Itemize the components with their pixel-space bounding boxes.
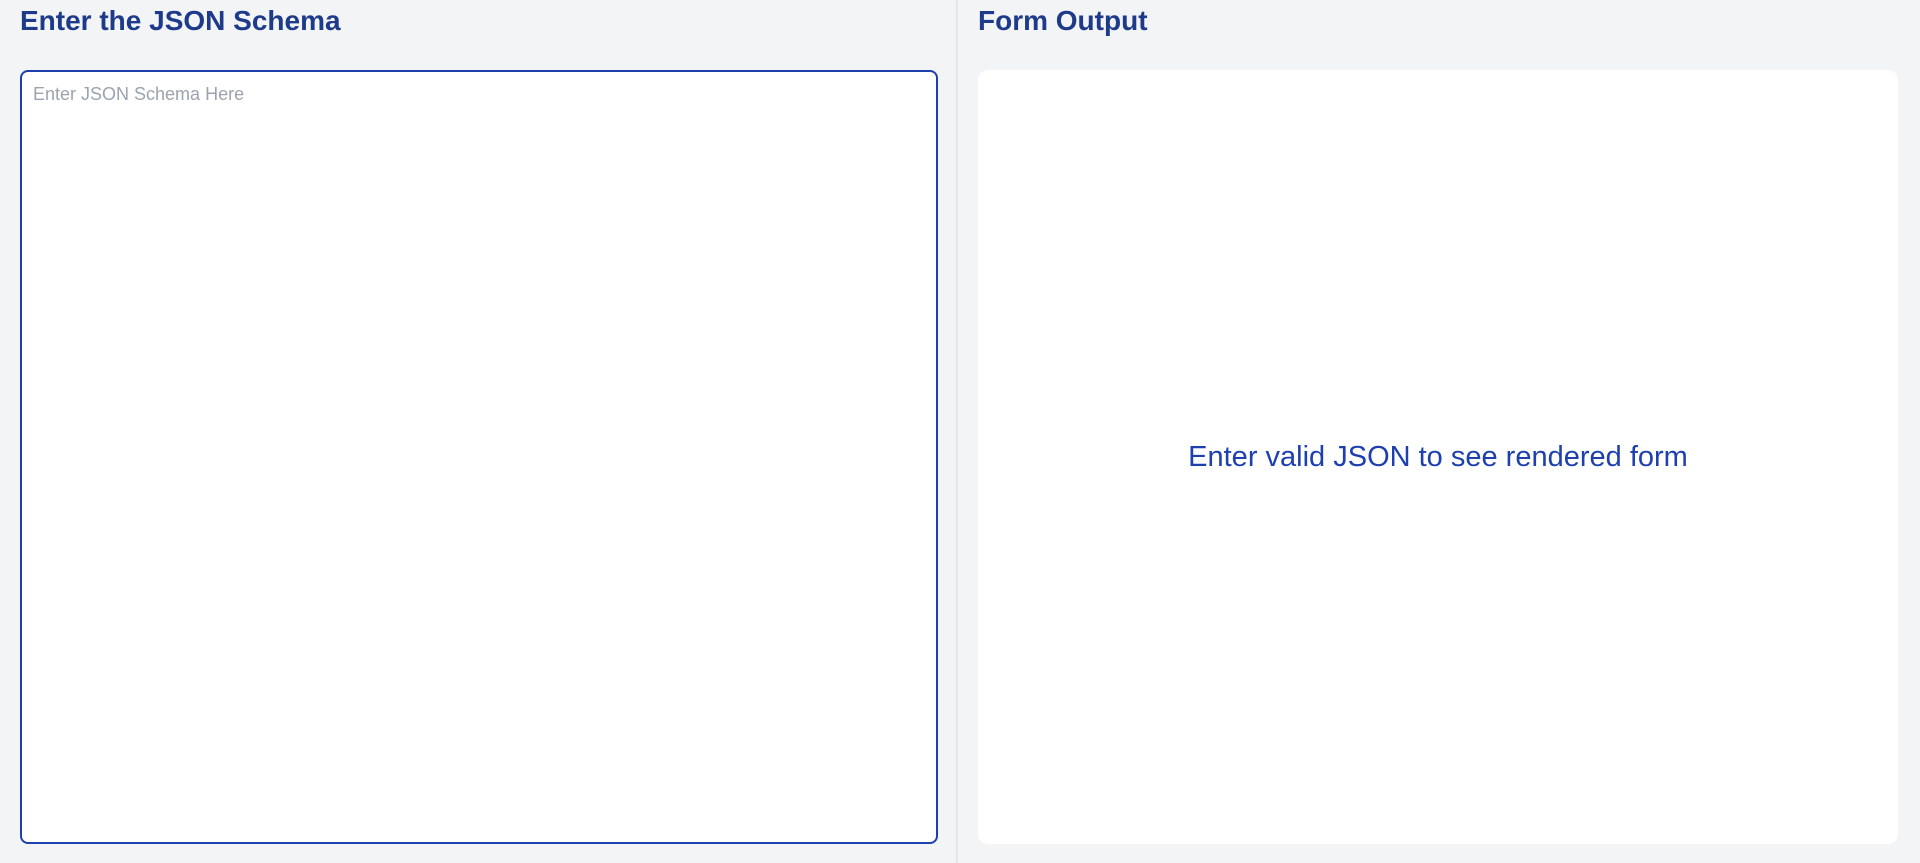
app-root: Enter the JSON Schema Form Output Enter … (0, 0, 1920, 863)
schema-pane-title: Enter the JSON Schema (20, 5, 341, 36)
form-output-panel: Enter valid JSON to see rendered form (978, 70, 1898, 844)
empty-state-message: Enter valid JSON to see rendered form (1188, 440, 1688, 473)
output-pane: Form Output Enter valid JSON to see rend… (958, 0, 1920, 863)
schema-pane: Enter the JSON Schema (0, 0, 958, 863)
json-schema-input[interactable] (20, 70, 938, 844)
output-pane-title: Form Output (978, 5, 1148, 36)
